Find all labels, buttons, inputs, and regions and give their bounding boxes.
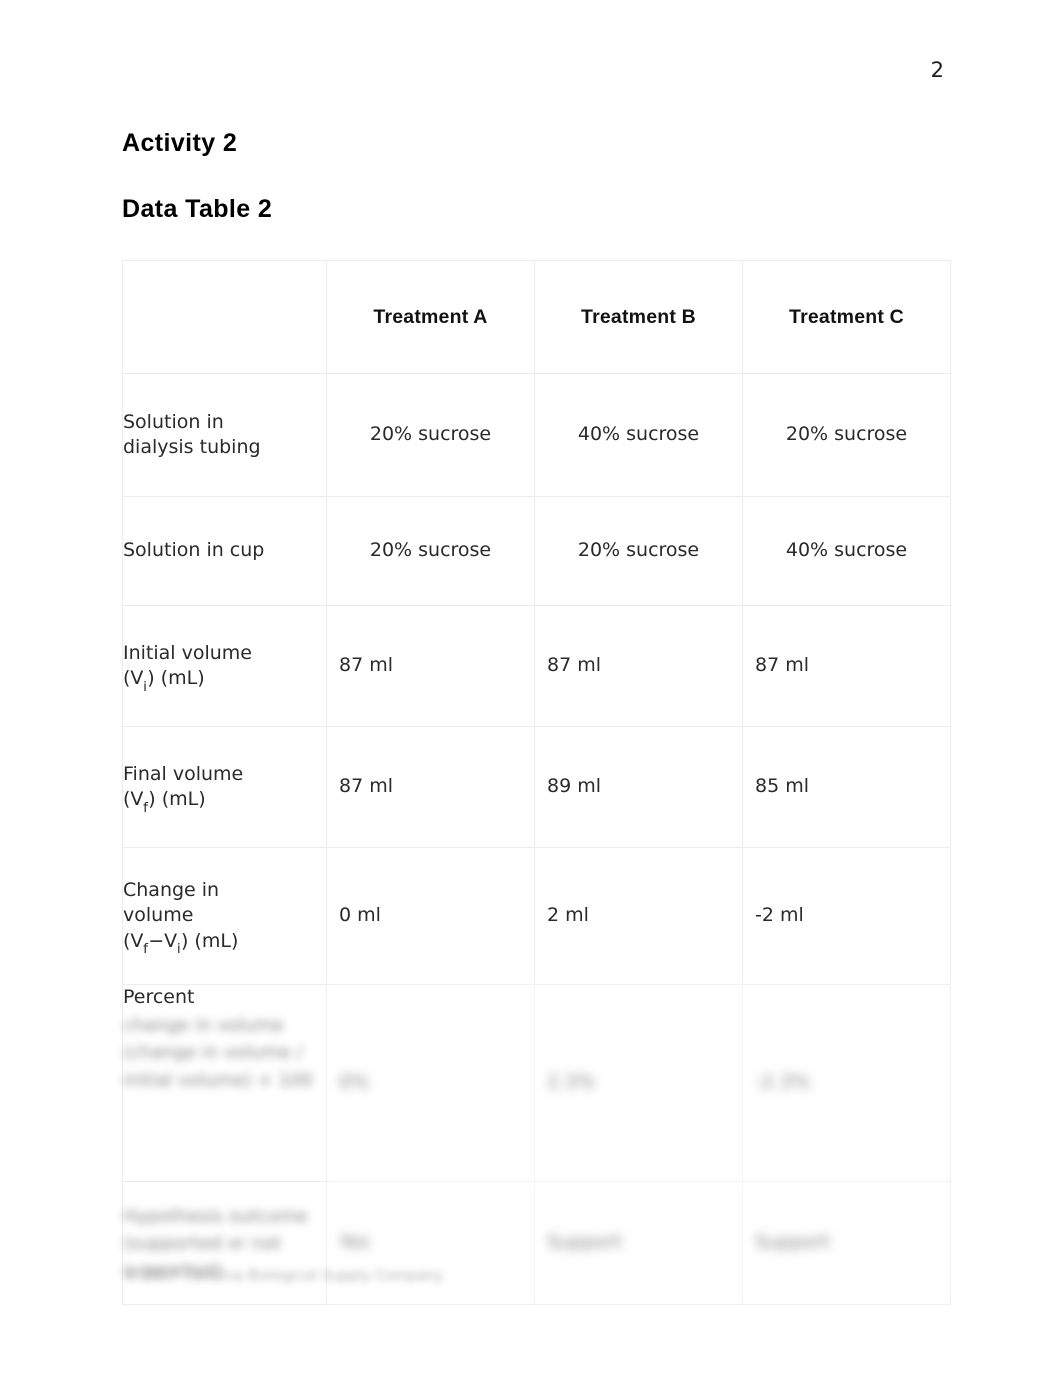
cell-solution-cup-c: 40% sucrose [742,496,951,606]
table-corner-cell [122,260,327,374]
cell-percent-change-a: 0% [326,984,535,1182]
table-row: Final volume (Vf) (mL) 87 ml 89 ml 85 ml [122,726,951,848]
row-label-initial-volume: Initial volume (Vi) (mL) [122,605,327,727]
row-label-final-volume: Final volume (Vf) (mL) [122,726,327,848]
cell-hypothesis-a: Yes [326,1181,535,1305]
row-label-line-1: Solution in [123,410,224,433]
row-label-solution-in-cup: Solution in cup [122,496,327,606]
row-label-line-1: Percent [123,986,195,1008]
cell-hypothesis-c: Support [742,1181,951,1305]
formula-subscript: f [143,799,148,816]
cell-change-volume-c: -2 ml [742,847,951,985]
table-row: Solution in cup 20% sucrose 20% sucrose … [122,496,951,606]
row-label-percent-change: Percent change in volume (change in volu… [122,984,327,1182]
cell-solution-tubing-a: 20% sucrose [326,373,535,497]
cell-solution-tubing-c: 20% sucrose [742,373,951,497]
column-header-treatment-c: Treatment C [742,260,951,374]
cell-initial-volume-b: 87 ml [534,605,743,727]
row-label-line-1: Final volume [123,762,244,785]
cell-solution-cup-b: 20% sucrose [534,496,743,606]
row-label-change-in-volume: Change in volume (Vf−Vi) (mL) [122,847,327,985]
cell-hypothesis-b: Support [534,1181,743,1305]
table-row: Initial volume (Vi) (mL) 87 ml 87 ml 87 … [122,605,951,727]
cell-initial-volume-a: 87 ml [326,605,535,727]
page-footer: © 2017 Carolina Biological Supply Compan… [124,1268,444,1284]
cell-percent-change-b: 2.3% [534,984,743,1182]
row-label-blurred-text: change in volume (change in volume / ini… [123,1015,313,1091]
cell-final-volume-a: 87 ml [326,726,535,848]
data-table-2: Treatment A Treatment B Treatment C Solu… [122,260,951,1305]
table-row: Hypothesis outcome (supported or not sup… [122,1181,951,1305]
formula-subscript-1: f [143,941,148,958]
table-row: Solution in dialysis tubing 20% sucrose … [122,373,951,497]
cell-change-volume-a: 0 ml [326,847,535,985]
cell-initial-volume-c: 87 ml [742,605,951,727]
page-number: 2 [930,58,944,82]
cell-percent-change-c: -2.3% [742,984,951,1182]
row-label-line-1: Initial volume [123,641,253,664]
row-label-line-2: dialysis tubing [123,436,261,458]
document-page: 2 Activity 2 Data Table 2 Treatment A Tr… [0,0,1062,1377]
row-label-solution-in-dialysis-tubing: Solution in dialysis tubing [122,373,327,497]
column-header-treatment-b: Treatment B [534,260,743,374]
formula-mid: −V [148,929,178,952]
formula-pre: (V [123,929,144,952]
table-header-row: Treatment A Treatment B Treatment C [122,260,951,374]
data-table-container: Treatment A Treatment B Treatment C Solu… [122,260,951,1305]
formula-post: ) (mL) [147,667,205,689]
row-label-line-1: Change in [123,879,220,902]
row-label-formula: (Vi) (mL) [123,667,205,695]
column-header-treatment-a: Treatment A [326,260,535,374]
heading-data-table: Data Table 2 [122,195,273,223]
row-label-line-2: volume [123,904,194,927]
formula-subscript: i [143,678,147,695]
row-label-formula: (Vf) (mL) [123,788,206,816]
cell-change-volume-b: 2 ml [534,847,743,985]
cell-final-volume-c: 85 ml [742,726,951,848]
row-label-formula: (Vf−Vi) (mL) [123,929,239,958]
table-row: Change in volume (Vf−Vi) (mL) 0 ml 2 ml … [122,847,951,985]
row-label-hypothesis-outcome: Hypothesis outcome (supported or not sup… [122,1181,327,1305]
cell-final-volume-b: 89 ml [534,726,743,848]
formula-subscript-2: i [176,941,181,958]
row-label-line-1: Solution in cup [123,539,265,562]
heading-activity: Activity 2 [122,129,238,157]
formula-pre: (V [123,788,144,810]
table-row: Percent change in volume (change in volu… [122,984,951,1182]
formula-post: ) (mL) [180,929,239,952]
cell-solution-cup-a: 20% sucrose [326,496,535,606]
formula-pre: (V [123,667,144,689]
formula-post: ) (mL) [148,788,206,810]
cell-solution-tubing-b: 40% sucrose [534,373,743,497]
